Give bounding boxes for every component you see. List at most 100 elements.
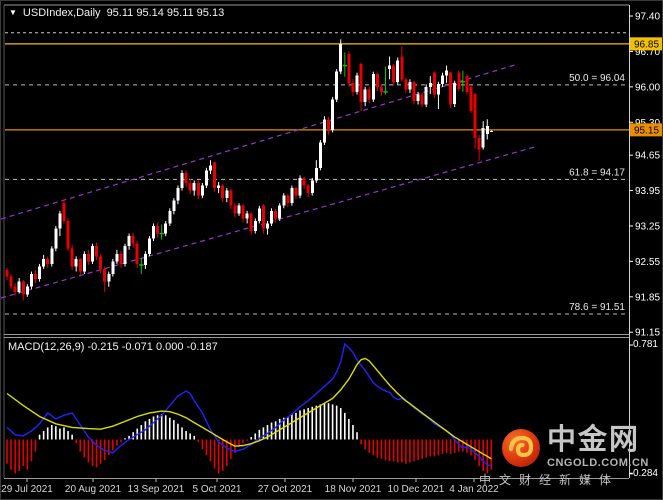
candle-body	[416, 94, 420, 102]
candle-body	[253, 220, 257, 232]
candle-body	[29, 274, 33, 287]
candle-body	[449, 72, 453, 105]
candle-body	[184, 172, 188, 183]
candle-body	[453, 82, 457, 105]
candle-body	[50, 248, 54, 264]
candle-body	[489, 130, 493, 132]
candle-body	[286, 195, 290, 204]
candle-body	[54, 228, 58, 249]
candle-body	[17, 281, 21, 292]
candle-body	[408, 81, 412, 90]
candle-body	[298, 177, 302, 196]
candle-body	[66, 220, 70, 249]
candle-body	[225, 190, 229, 199]
candle-body	[164, 223, 168, 234]
candle-body	[477, 137, 481, 150]
price-axis-label: 91.85	[635, 292, 660, 303]
candle-body	[200, 185, 204, 196]
candle-body	[90, 246, 94, 262]
candle-body	[241, 205, 245, 219]
date-axis-label: 13 Sep 2021	[128, 484, 185, 495]
date-axis-label: 10 Dec 2021	[388, 484, 445, 495]
candle-body	[481, 127, 485, 148]
symbol-dropdown-icon[interactable]: ▼	[9, 9, 17, 17]
candle-body	[249, 213, 253, 232]
candle-body	[176, 188, 180, 201]
candle-body	[469, 86, 473, 112]
candle-body	[302, 177, 306, 186]
candle-body	[392, 65, 396, 82]
macd-indicator-label: MACD(12,26,9) -0.215 -0.071 0.000 -0.187	[8, 341, 218, 353]
candle-body	[152, 225, 156, 239]
candle-body	[436, 83, 440, 95]
candle-body	[351, 82, 355, 92]
candle-body	[432, 72, 436, 95]
candle-body	[147, 238, 151, 254]
candle-body	[306, 185, 310, 194]
candle-body	[318, 142, 322, 168]
candle-body	[127, 236, 131, 247]
watermark-brand-text: 中金网	[547, 424, 641, 456]
candle-body	[217, 185, 221, 189]
candle-body	[465, 76, 469, 92]
trading-chart-window: 50.0 = 96.04 61.8 = 94.17 78.6 = 91.51 97.4…	[0, 0, 663, 500]
macd-axis-max-label: 0.781	[632, 339, 658, 350]
chart-header: ▼ USDIndex,Daily 95.11 95.14 95.11 95.13	[9, 7, 224, 19]
candle-body	[25, 286, 29, 295]
fib-level-label-0: 50.0 = 96.04	[569, 73, 625, 84]
candle-body	[9, 276, 13, 287]
fib-level-label-2: 78.6 = 91.51	[569, 302, 625, 313]
candle-body	[62, 203, 66, 221]
candle-body	[314, 167, 318, 181]
candle-body	[13, 286, 17, 292]
candle-body	[375, 74, 379, 87]
candle-body	[388, 65, 392, 70]
candle-body	[192, 182, 196, 191]
price-tag-yellow-text: 96.85	[634, 39, 659, 50]
price-axis-label: 93.95	[635, 186, 660, 197]
candle-body	[379, 86, 383, 92]
date-axis-label: 27 Oct 2021	[258, 484, 313, 495]
candle-body	[196, 182, 200, 196]
candle-body	[95, 246, 99, 257]
candle-body	[278, 205, 282, 219]
price-axis-label: 92.55	[635, 257, 660, 268]
candle-body	[485, 125, 489, 134]
date-axis-label: 29 Jul 2021	[1, 484, 53, 495]
date-axis-label: 20 Aug 2021	[65, 484, 122, 495]
candle-body	[204, 170, 208, 186]
candle-body	[103, 268, 107, 282]
candle-body	[233, 205, 237, 214]
candle-body	[282, 195, 286, 206]
candle-body	[412, 81, 416, 102]
candle-body	[428, 82, 432, 87]
candle-body	[5, 269, 9, 277]
candle-body	[359, 64, 363, 103]
candle-body	[74, 258, 78, 267]
candle-body	[78, 258, 82, 272]
candle-body	[111, 261, 115, 275]
candle-body	[99, 256, 103, 269]
candle-body	[33, 274, 37, 280]
candle-body	[143, 253, 147, 265]
candle-body	[221, 185, 225, 199]
candle-body	[188, 182, 192, 191]
fib-level-label-1: 61.8 = 94.17	[569, 167, 625, 178]
price-axis-label: 97.40	[635, 12, 660, 23]
candle-body	[213, 162, 217, 189]
candle-body	[172, 200, 176, 211]
candle-body	[46, 258, 50, 264]
candle-body	[42, 258, 46, 267]
price-axis-label: 96.00	[635, 82, 660, 93]
cngold-logo-icon	[502, 428, 540, 467]
macd-axis-min-label: -0.284	[629, 468, 658, 479]
candle-body	[347, 53, 351, 83]
candle-body	[38, 266, 42, 280]
candle-body	[168, 210, 172, 224]
candle-body	[400, 56, 404, 80]
candle-body	[70, 248, 74, 267]
candle-body	[363, 89, 367, 103]
price-axis-label: 93.25	[635, 221, 660, 232]
candle-body	[229, 190, 233, 206]
date-axis-label: 18 Nov 2021	[325, 484, 382, 495]
